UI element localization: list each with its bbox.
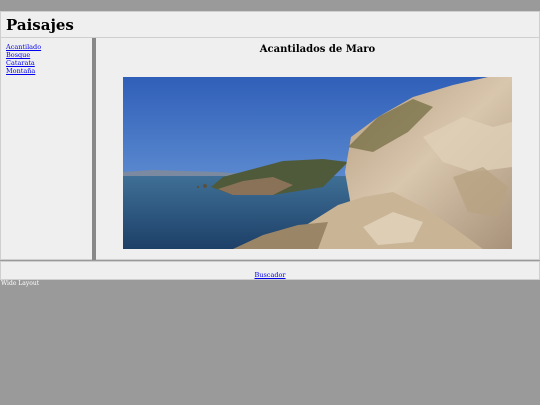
layout-label: Wide Layout	[1, 280, 40, 287]
sidebar-link-catarata[interactable]: Catarata	[6, 59, 35, 67]
cliff-landscape-image	[123, 77, 512, 249]
sidebar-nav: Acantilado Bosque Catarata Montaña	[1, 38, 92, 75]
sidebar-item-catarata: Catarata	[6, 59, 92, 67]
page-footer: Buscador	[0, 261, 540, 280]
main-content: Acantilados de Maro	[96, 38, 540, 260]
search-link[interactable]: Buscador	[255, 271, 286, 279]
sidebar-item-bosque: Bosque	[6, 51, 92, 59]
sidebar-item-montana: Montaña	[6, 67, 92, 75]
sidebar-item-acantilado: Acantilado	[6, 43, 92, 51]
sidebar: Acantilado Bosque Catarata Montaña	[0, 38, 92, 260]
sidebar-link-montana[interactable]: Montaña	[6, 67, 35, 75]
content-heading: Acantilados de Maro	[259, 44, 376, 55]
page-header: Paisajes	[0, 11, 540, 38]
sidebar-link-bosque[interactable]: Bosque	[6, 51, 30, 59]
page-title: Paisajes	[6, 16, 74, 34]
landscape-photo	[123, 77, 512, 249]
sidebar-link-acantilado[interactable]: Acantilado	[6, 43, 41, 51]
